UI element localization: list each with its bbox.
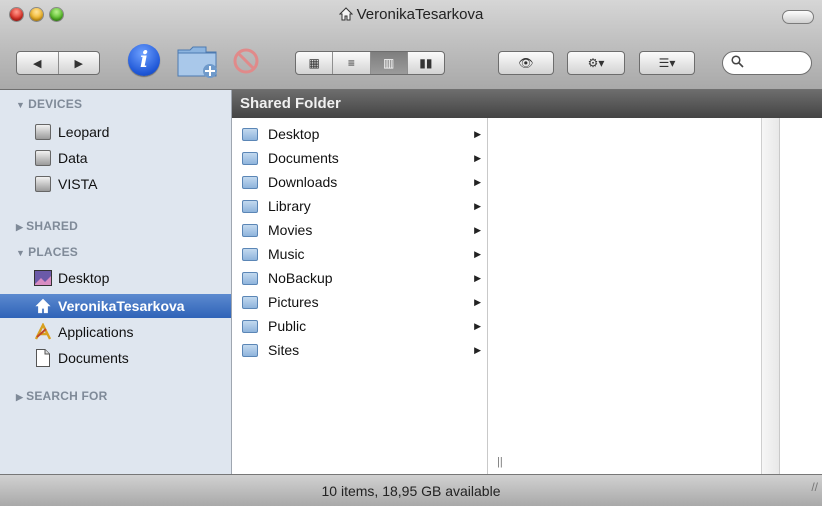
search-icon <box>731 55 744 71</box>
list-item[interactable]: NoBackup ▶ <box>232 266 487 290</box>
no-entry-icon <box>233 48 259 74</box>
eye-icon: 👁 <box>518 56 534 70</box>
list-item[interactable]: Pictures ▶ <box>232 290 487 314</box>
column-divider <box>488 118 496 474</box>
list-item[interactable]: Documents ▶ <box>232 146 487 170</box>
disclosure-arrow-icon: ▶ <box>474 248 481 259</box>
disclosure-closed-icon: ▶ <box>16 222 24 232</box>
info-button[interactable]: i <box>128 44 160 76</box>
list-item[interactable]: Library ▶ <box>232 194 487 218</box>
list-item[interactable]: Movies ▶ <box>232 218 487 242</box>
hard-drive-icon <box>34 123 52 141</box>
disclosure-arrow-icon: ▶ <box>474 296 481 307</box>
back-forward-buttons: ◀ ▶ <box>16 51 100 75</box>
column-view-button[interactable]: ▥ <box>370 52 408 74</box>
status-bar: 10 items, 18,95 GB available // <box>0 474 822 506</box>
toolbar-toggle-button[interactable] <box>782 10 814 24</box>
folder-icon <box>242 343 258 357</box>
back-button[interactable]: ◀ <box>17 57 58 70</box>
places-section-header[interactable]: ▼ PLACES <box>16 245 78 259</box>
disclosure-arrow-icon: ▶ <box>474 320 481 331</box>
disclosure-arrow-icon: ▶ <box>474 152 481 163</box>
hard-drive-icon <box>34 175 52 193</box>
window-title: VeronikaTesarkova <box>0 3 822 29</box>
arrange-button[interactable]: ☰▾ <box>639 51 695 75</box>
gear-icon: ⚙▾ <box>587 56 605 70</box>
browser-column: Desktop ▶ Documents ▶ Downloads ▶ Library ▶ … <box>232 118 488 474</box>
disclosure-arrow-icon: ▶ <box>474 272 481 283</box>
folder-icon <box>242 223 258 237</box>
action-menu-button[interactable]: ⚙▾ <box>567 51 625 75</box>
coverflow-view-button[interactable]: ▮▮ <box>408 52 444 74</box>
new-folder-icon <box>177 46 217 78</box>
search-input[interactable] <box>722 51 812 75</box>
disclosure-arrow-icon: ▶ <box>474 128 481 139</box>
home-icon <box>338 5 353 29</box>
shared-section-header[interactable]: ▶ SHARED <box>16 219 78 233</box>
sidebar-item-vista[interactable]: VISTA <box>0 172 231 196</box>
sidebar-item-applications[interactable]: Applications <box>0 320 231 344</box>
sidebar-item-data[interactable]: Data <box>0 146 231 170</box>
sidebar-item-desktop[interactable]: Desktop <box>0 266 231 290</box>
sidebar: ▼ DEVICES Leopard Data VISTA ▶ SHARED ▼ PLA… <box>0 90 232 474</box>
disclosure-arrow-icon: ▶ <box>474 344 481 355</box>
folder-icon <box>242 319 258 333</box>
folder-icon <box>242 295 258 309</box>
folder-icon <box>242 271 258 285</box>
desktop-icon <box>34 269 52 287</box>
quick-look-button[interactable]: 👁 <box>498 51 554 75</box>
toolbar: VeronikaTesarkova ◀ ▶ i ▦ ≡ ▥ ▮▮ 👁 ⚙▾ ☰▾ <box>0 0 822 90</box>
disclosure-arrow-icon: ▶ <box>474 176 481 187</box>
list-item[interactable]: Desktop ▶ <box>232 122 487 146</box>
disclosure-open-icon: ▼ <box>16 100 26 110</box>
arrange-icon: ☰▾ <box>658 56 676 70</box>
folder-icon <box>242 127 258 141</box>
finder-window: VeronikaTesarkova ◀ ▶ i ▦ ≡ ▥ ▮▮ 👁 ⚙▾ ☰▾… <box>0 0 822 506</box>
browser-header: Shared Folder <box>232 90 822 118</box>
view-mode-segmented-control: ▦ ≡ ▥ ▮▮ <box>295 51 445 75</box>
delete-button[interactable] <box>233 48 259 74</box>
new-folder-button[interactable] <box>176 44 220 78</box>
disclosure-arrow-icon: ▶ <box>474 200 481 211</box>
list-item[interactable]: Public ▶ <box>232 314 487 338</box>
sidebar-item-documents[interactable]: Documents <box>0 346 231 370</box>
disclosure-arrow-icon: ▶ <box>474 224 481 235</box>
folder-icon <box>242 151 258 165</box>
status-text: 10 items, 18,95 GB available <box>321 483 501 499</box>
forward-button[interactable]: ▶ <box>59 57 100 70</box>
folder-icon <box>242 247 258 261</box>
disclosure-open-icon: ▼ <box>16 248 26 258</box>
home-icon <box>34 297 52 315</box>
column-resize-handle[interactable]: || <box>497 456 503 468</box>
sidebar-item-leopard[interactable]: Leopard <box>0 120 231 144</box>
document-icon <box>34 349 52 367</box>
folder-icon <box>242 175 258 189</box>
list-item[interactable]: Downloads ▶ <box>232 170 487 194</box>
list-item[interactable]: Music ▶ <box>232 242 487 266</box>
disclosure-closed-icon: ▶ <box>16 392 24 402</box>
icon-view-button[interactable]: ▦ <box>296 52 334 74</box>
window-title-text: VeronikaTesarkova <box>356 6 484 23</box>
devices-section-header[interactable]: ▼ DEVICES <box>16 97 82 111</box>
list-item[interactable]: Sites ▶ <box>232 338 487 362</box>
applications-icon <box>34 323 52 341</box>
column-divider <box>762 118 780 474</box>
resize-grip-icon[interactable]: // <box>811 471 818 503</box>
sidebar-item-home[interactable]: VeronikaTesarkova <box>0 294 231 318</box>
list-view-button[interactable]: ≡ <box>333 52 371 74</box>
browser-column-empty <box>496 118 762 474</box>
folder-icon <box>242 199 258 213</box>
hard-drive-icon <box>34 149 52 167</box>
search-for-section-header[interactable]: ▶ SEARCH FOR <box>16 389 107 403</box>
